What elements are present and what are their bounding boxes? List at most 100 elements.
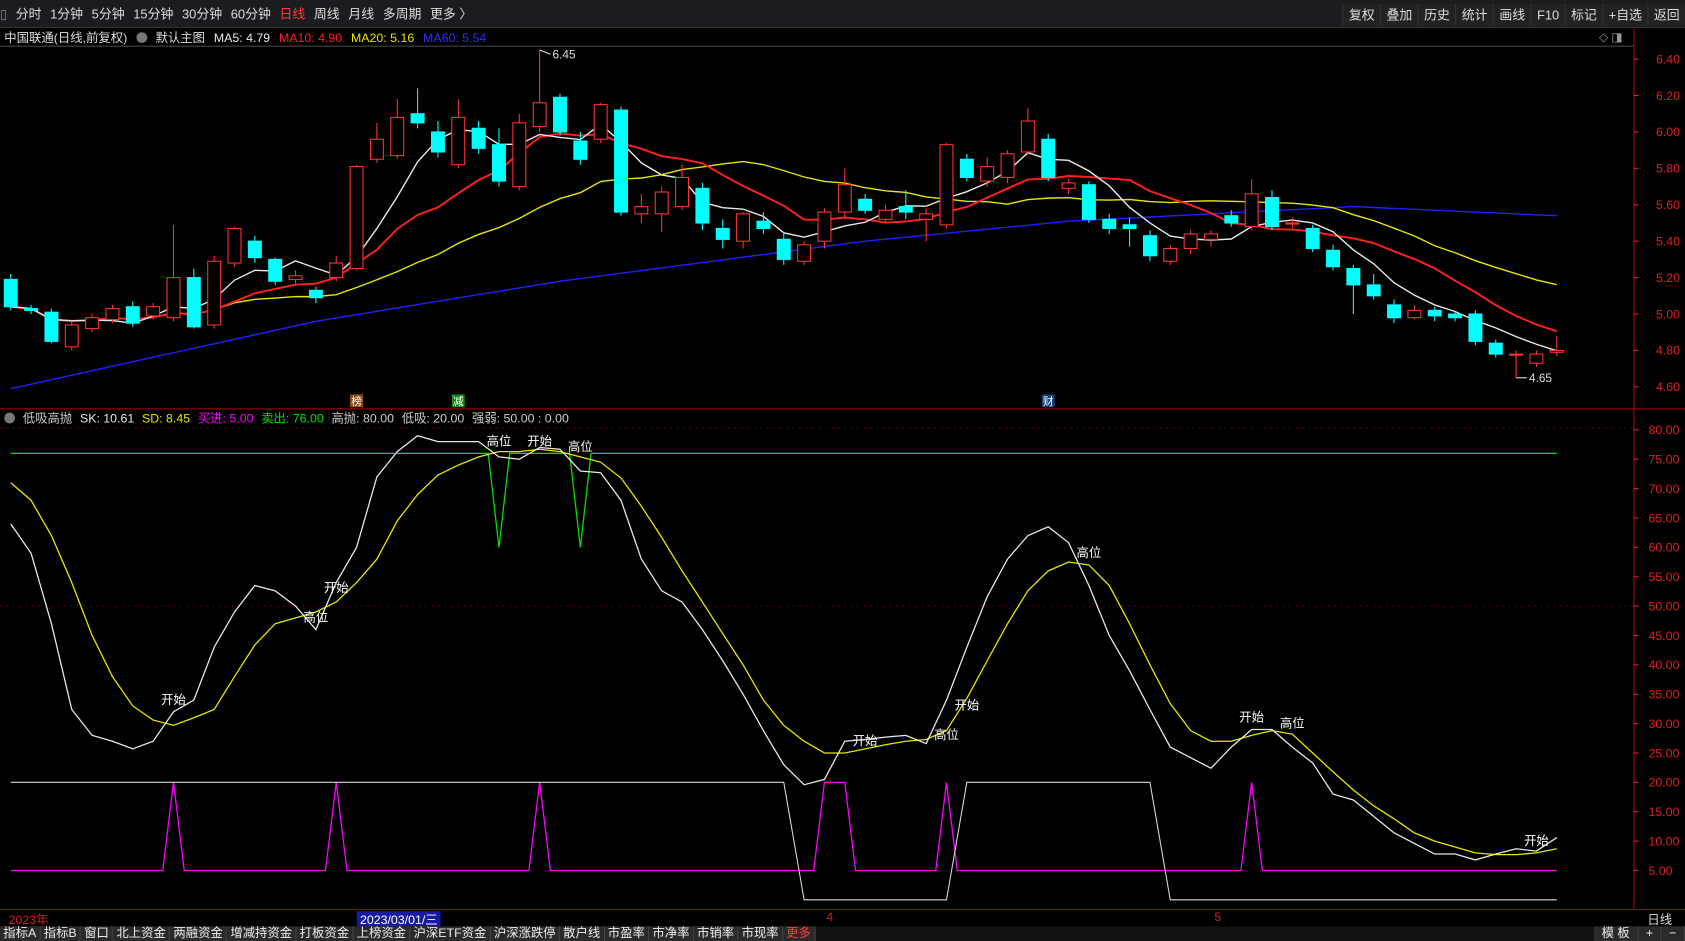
candle-down [430, 121, 445, 158]
candle-up [329, 255, 344, 282]
candle-down [1081, 181, 1096, 223]
indicator-tick: 45.00 [1648, 629, 1679, 643]
candle-body [471, 127, 486, 149]
candle-body [939, 144, 954, 226]
candle-down [125, 301, 140, 327]
candle-down [1427, 306, 1442, 322]
candle-body [1509, 353, 1524, 356]
template-control[interactable]: + [1638, 926, 1662, 941]
indicator-tab[interactable]: 沪深ETF资金 [410, 926, 491, 941]
candle-up [837, 168, 852, 220]
signal-label: 开始 [324, 581, 349, 595]
candle-up [512, 113, 527, 191]
candle-body [797, 244, 812, 262]
indicator-tab[interactable]: 更多 [782, 926, 816, 941]
candle-body [858, 198, 873, 211]
candle-body [553, 96, 567, 133]
candle-body [1244, 193, 1259, 228]
candle-body [1305, 227, 1320, 250]
indicator-tab[interactable]: 散户线 [559, 926, 605, 941]
candle-up [1163, 244, 1178, 265]
indicator-tab[interactable]: 市净率 [649, 926, 694, 941]
buy-line [10, 781, 1557, 872]
signal-label: 高位 [934, 727, 959, 742]
event-marker: 减 [453, 396, 464, 408]
price-annotation: 4.65 [1529, 371, 1552, 385]
candle-body [125, 306, 140, 324]
indicator-tab[interactable]: 市盈率 [604, 926, 650, 941]
date-axis: 2023年 2023/03/01/三 4 5 日线 [0, 909, 1685, 929]
indicator-tab[interactable]: 打板资金 [296, 926, 354, 941]
candle-body [573, 140, 588, 160]
candle-body [878, 209, 893, 220]
candle-body [288, 275, 303, 280]
sell-line [10, 452, 1557, 548]
indicator-tab[interactable]: 两融资金 [170, 926, 228, 941]
price-tick: 5.20 [1656, 271, 1680, 285]
bottom-indicator-tabs: 指标A 指标B 窗口 北上资金 两融资金 增减持资金 打板资金 上榜资金 沪深ETF资金 沪深涨跌… [0, 926, 1685, 941]
signal-label: 高位 [1077, 545, 1102, 560]
candle-down [3, 273, 18, 311]
candle-up [1529, 350, 1544, 367]
candle-body [24, 308, 39, 311]
price-tick: 5.60 [1656, 198, 1680, 212]
event-marker: 榜 [351, 395, 362, 408]
candle-down [1305, 224, 1320, 253]
candle-up [369, 122, 384, 163]
candle-body [980, 165, 995, 182]
candle-down [1448, 312, 1463, 322]
candle-down [614, 106, 629, 216]
candle-body [1203, 233, 1218, 240]
candle-body [430, 131, 445, 153]
candle-down [1488, 339, 1503, 358]
indicator-tick: 80.00 [1648, 423, 1679, 437]
candle-body [44, 311, 59, 342]
candle-body [614, 109, 629, 213]
indicator-tick: 35.00 [1648, 688, 1679, 702]
indicator-tab[interactable]: 指标A [0, 926, 41, 941]
candle-down [1326, 244, 1340, 271]
indicator-tick: 20.00 [1648, 776, 1679, 790]
chart-canvas[interactable]: 6.454.65榜减财 开始高位开始高位 开始 高位开始 高位开始高位开始 高位开始 6… [0, 0, 1685, 941]
candle-body [1448, 313, 1463, 319]
candle-body [1122, 224, 1137, 229]
candle-down [959, 153, 974, 182]
indicator-tab[interactable]: 指标B [40, 926, 81, 941]
candle-up [980, 157, 995, 187]
candle-body [1529, 353, 1544, 364]
signal-label: 开始 [853, 734, 878, 748]
indicator-tab[interactable]: 窗口 [80, 926, 114, 941]
candle-body [349, 165, 364, 270]
candle-down [24, 304, 39, 315]
candle-up [1244, 179, 1259, 231]
signal-label: 开始 [161, 693, 186, 707]
candle-body [654, 191, 669, 215]
indicator-tab[interactable]: 北上资金 [113, 926, 171, 941]
candle-body [1224, 215, 1239, 224]
indicator-tab[interactable]: 上榜资金 [353, 926, 411, 941]
candle-body [898, 206, 913, 213]
state-line [10, 781, 1557, 901]
indicator-tab[interactable]: 市销率 [693, 926, 739, 941]
signal-label: 高位 [568, 439, 593, 454]
candle-body [410, 113, 425, 124]
indicator-tick: 60.00 [1648, 541, 1679, 555]
candle-down [1346, 264, 1361, 315]
candle-up [1509, 350, 1524, 378]
candle-down [1102, 213, 1117, 234]
candle-up [288, 270, 303, 285]
candle-body [491, 144, 506, 182]
indicator-tab[interactable]: 市现率 [738, 926, 783, 941]
template-control[interactable]: 模 板 [1594, 926, 1639, 941]
candle-down [247, 235, 262, 264]
candle-body [532, 102, 547, 128]
candle-body [186, 277, 201, 328]
candle-body [1387, 304, 1402, 319]
indicator-tab[interactable]: 沪深涨跌停 [490, 926, 560, 941]
indicator-tick: 25.00 [1648, 746, 1679, 760]
candle-up [64, 321, 79, 351]
signal-label: 开始 [955, 699, 980, 713]
indicator-tab[interactable]: 增减持资金 [227, 926, 297, 941]
candle-body [1081, 184, 1096, 220]
template-control[interactable]: − [1661, 926, 1685, 941]
